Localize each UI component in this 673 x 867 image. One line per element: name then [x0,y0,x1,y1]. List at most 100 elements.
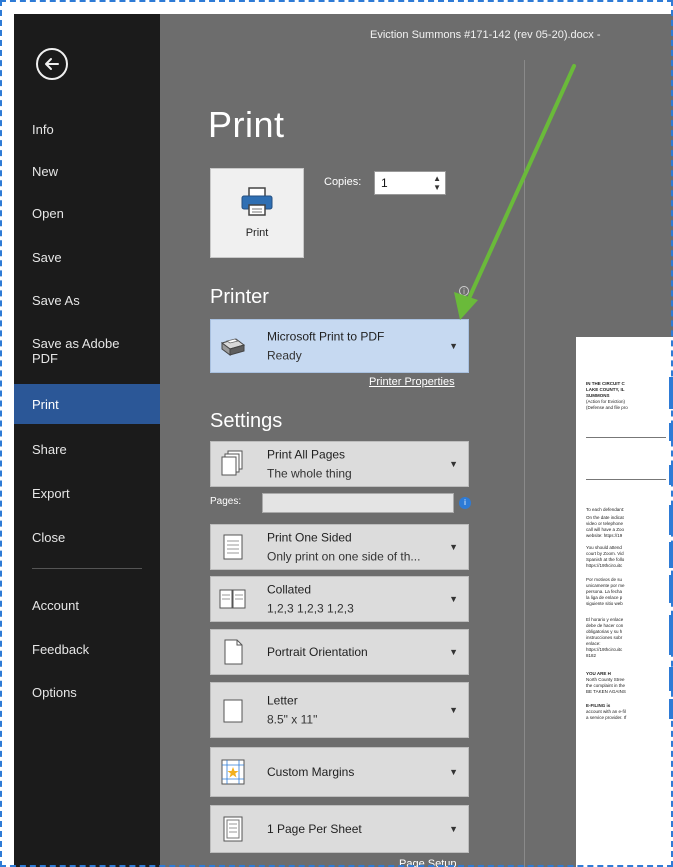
print-pane: Eviction Summons #171-142 (rev 05-20).do… [160,14,673,867]
one-sided-icon [223,534,243,560]
preview-highlight-mark [669,667,673,691]
chevron-down-icon: ▼ [449,459,458,469]
preview-text-line: Por motivos de su [586,577,623,582]
print-range-dropdown[interactable]: Print All Pages The whole thing ▼ [210,441,469,487]
back-arrow-icon [45,58,59,70]
preview-highlight-mark [669,575,673,603]
nav-print[interactable]: Print [14,384,160,424]
page-setup-link[interactable]: Page Setup [399,858,457,867]
nav-save[interactable]: Save [14,250,160,265]
nav-export[interactable]: Export [14,486,160,501]
nav-open[interactable]: Open [14,206,160,221]
back-button[interactable] [36,48,68,80]
printer-name: Microsoft Print to PDF [267,329,385,344]
sides-desc: Only print on one side of th... [267,549,421,564]
sides-dropdown[interactable]: Print One Sided Only print on one side o… [210,524,469,570]
nav-new[interactable]: New [14,164,160,179]
collation-title: Collated [267,582,312,597]
printer-properties-link[interactable]: Printer Properties [369,376,455,388]
preview-text-line: BE TAKEN AGAINS [586,689,626,694]
margins-dropdown[interactable]: Custom Margins ▼ [210,747,469,797]
preview-highlight-mark [669,377,673,409]
preview-text-line: YOU ARE H [586,671,611,676]
printer-icon [241,187,273,216]
preview-text-line: obligatorias y su h [586,629,623,634]
preview-text-line: You should attend [586,545,622,550]
nav-save-as[interactable]: Save As [14,293,160,308]
copies-value: 1 [381,176,388,190]
preview-highlight-mark [669,465,673,485]
preview-text-line: video or telephone [586,521,624,526]
preview-text-line: On the date indicat [586,515,624,520]
printer-info-icon[interactable]: i [459,286,469,296]
print-heading: Print [208,104,285,145]
collation-dropdown[interactable]: Collated 1,2,3 1,2,3 1,2,3 ▼ [210,576,469,622]
pages-per-sheet-title: 1 Page Per Sheet [267,822,362,836]
pages-icon [221,450,243,476]
nav-options[interactable]: Options [14,685,160,700]
print-button-label: Print [245,227,269,239]
paper-size-desc: 8.5" x 11" [267,712,318,727]
preview-blank-line [586,479,666,480]
chevron-down-icon: ▼ [449,824,458,834]
paper-size-dropdown[interactable]: Letter 8.5" x 11" ▼ [210,682,469,738]
nav-share[interactable]: Share [14,442,160,457]
preview-text-line: To each defendant: [586,507,625,512]
chevron-down-icon: ▼ [449,767,458,777]
preview-text-line: la liga de enlace p [586,595,623,600]
preview-text-line: https://19thcircuitc [586,647,623,652]
printer-status: Ready [267,348,302,363]
paper-size-title: Letter [267,693,298,708]
preview-text-line: (Defense and file pro [586,405,628,410]
preview-text-line: IN THE CIRCUIT C [586,381,625,386]
preview-text-line: (Action for Eviction) [586,399,626,404]
nav-separator [32,568,142,569]
preview-highlight-mark [669,505,673,535]
printer-heading: Printer [210,286,269,308]
preview-text-line: a service provider. If [586,715,627,720]
portrait-icon [224,639,243,665]
preview-text-line: website: https://19 [586,533,623,538]
printer-dropdown[interactable]: Microsoft Print to PDF Ready ▼ [210,319,469,373]
margins-icon [221,759,245,785]
pages-info-icon[interactable]: i [459,497,471,509]
chevron-down-icon: ▼ [449,542,458,552]
chevron-down-icon: ▼ [449,647,458,657]
print-button[interactable]: Print [210,168,304,258]
pages-per-sheet-icon [223,816,243,842]
preview-highlight-mark [669,542,673,568]
preview-text-line: LAKE COUNTY, IL [586,387,625,392]
preview-text-line: instrucciones sobr [586,635,623,640]
nav-feedback[interactable]: Feedback [14,642,160,657]
margins-title: Custom Margins [267,765,355,779]
print-preview-page: IN THE CIRCUIT C LAKE COUNTY, IL SUMMONS (A… [576,337,673,867]
chevron-down-icon: ▼ [449,341,458,351]
copies-label: Copies: [324,176,362,188]
settings-heading: Settings [210,410,283,432]
preview-text-line: El horario y enlace [586,617,624,622]
preview-text-line: account with an e-fil [586,709,626,714]
preview-text-line: https://19thcircuitc [586,563,623,568]
nav-account[interactable]: Account [14,598,160,613]
nav-info[interactable]: Info [14,122,160,137]
document-title: Eviction Summons #171-142 (rev 05-20).do… [370,29,601,41]
preview-text-line: persona. La fecha [586,589,623,594]
collation-desc: 1,2,3 1,2,3 1,2,3 [267,601,354,616]
preview-text-line: enlace: [586,641,601,646]
copies-input[interactable]: 1 ▲ ▼ [374,171,446,195]
preview-highlight-mark [669,615,673,655]
copies-spinner-icon[interactable]: ▲ ▼ [433,174,441,192]
nav-close[interactable]: Close [14,530,160,545]
preview-text-line: siguiente sitio web [586,601,623,606]
print-range-desc: The whole thing [267,466,352,481]
chevron-down-icon: ▼ [449,705,458,715]
orientation-title: Portrait Orientation [267,645,368,659]
nav-save-as-adobe-pdf[interactable]: Save as Adobe PDF [14,336,134,366]
orientation-dropdown[interactable]: Portrait Orientation ▼ [210,629,469,675]
preview-blank-line [586,437,666,438]
pages-input[interactable] [262,493,454,513]
printer-device-icon [220,338,246,356]
sides-title: Print One Sided [267,530,352,545]
pages-per-sheet-dropdown[interactable]: 1 Page Per Sheet ▼ [210,805,469,853]
preview-text-line: unicamente por me [586,583,625,588]
